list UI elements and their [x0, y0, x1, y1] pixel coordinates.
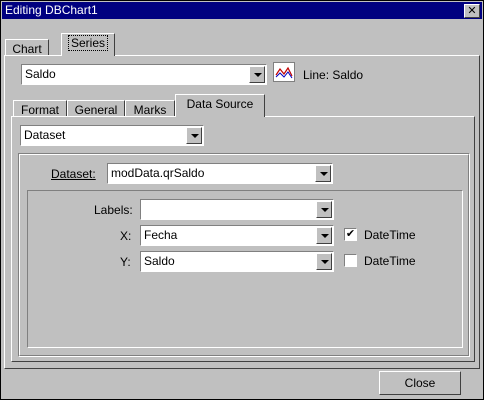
line-chart-icon: [273, 62, 295, 82]
x-value: Fecha: [144, 228, 178, 242]
editing-dbchart-dialog: Editing DBChart1 ✕ Chart Series Saldo Li…: [0, 0, 484, 400]
x-datetime-label: DateTime: [364, 228, 416, 242]
close-button[interactable]: Close: [379, 371, 461, 395]
labels-select[interactable]: [140, 199, 334, 220]
tab-marks-label: Marks: [133, 103, 167, 117]
series-info-label: Line: Saldo: [303, 68, 364, 82]
y-datetime-label: DateTime: [364, 254, 416, 268]
x-select[interactable]: Fecha: [140, 225, 334, 246]
chevron-down-icon[interactable]: [315, 165, 331, 182]
tab-series-label: Series: [67, 35, 108, 51]
chevron-down-icon[interactable]: [316, 253, 332, 270]
data-source-page: Dataset Dataset: modData.qrSaldo Labels:: [11, 116, 475, 362]
close-button-label: Close: [404, 376, 436, 390]
close-window-button[interactable]: ✕: [464, 4, 480, 18]
line-chart-icon-graphic: [275, 66, 293, 79]
tab-chart-label: Chart: [12, 42, 42, 56]
checkmark-icon: ✔: [345, 228, 356, 240]
tab-data-source-label: Data Source: [186, 97, 254, 111]
fields-group: Labels: X: Fecha ✔ DateTime Y: Saldo Dat…: [27, 190, 463, 348]
window-title: Editing DBChart1: [5, 3, 98, 17]
title-bar[interactable]: Editing DBChart1 ✕: [2, 2, 482, 19]
close-icon: ✕: [467, 5, 477, 17]
dataset-value: modData.qrSaldo: [111, 166, 205, 180]
tab-data-source[interactable]: Data Source: [175, 94, 265, 117]
labels-label: Labels:: [94, 203, 133, 217]
dataset-group: Dataset: modData.qrSaldo Labels: X: Fech…: [18, 153, 470, 357]
source-type-select[interactable]: Dataset: [20, 125, 204, 146]
tab-general-label: General: [74, 103, 118, 117]
dataset-label-text: Dataset:: [51, 167, 96, 181]
series-select-value: Saldo: [25, 67, 56, 81]
chevron-down-icon[interactable]: [316, 201, 332, 218]
dataset-select[interactable]: modData.qrSaldo: [107, 163, 333, 184]
chevron-down-icon[interactable]: [186, 127, 202, 144]
y-label: Y:: [120, 255, 131, 269]
x-label: X:: [120, 229, 132, 243]
y-value: Saldo: [144, 254, 175, 268]
x-datetime-checkbox[interactable]: ✔: [344, 228, 357, 241]
series-select[interactable]: Saldo: [21, 64, 267, 85]
tab-series[interactable]: Series: [61, 33, 115, 56]
y-select[interactable]: Saldo: [140, 251, 334, 272]
source-type-value: Dataset: [24, 128, 66, 142]
tab-format-label: Format: [20, 103, 59, 117]
chevron-down-icon[interactable]: [249, 66, 265, 83]
series-page: Saldo Line: Saldo Format General Marks D…: [4, 55, 480, 369]
y-datetime-checkbox[interactable]: [344, 254, 357, 267]
chevron-down-icon[interactable]: [316, 227, 332, 244]
dataset-label: Dataset:: [51, 167, 96, 181]
